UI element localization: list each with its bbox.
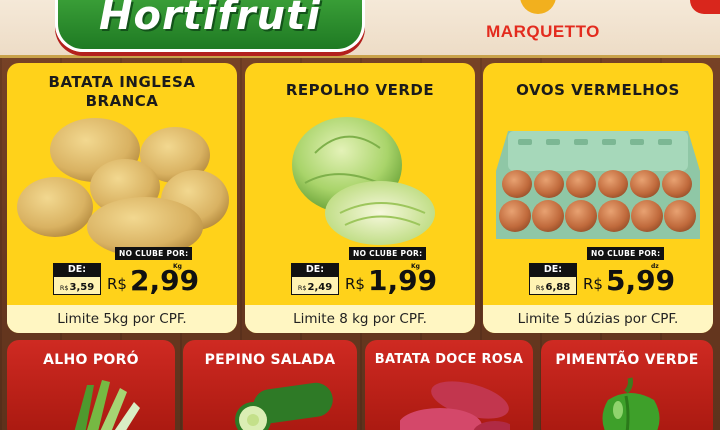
product-title-line1: REPOLHO VERDE xyxy=(285,81,435,99)
sweet-potato-icon xyxy=(400,381,510,430)
price-unit: Kg xyxy=(173,263,182,270)
product-title: ALHO PORÓ xyxy=(43,352,139,368)
old-price-currency: R$ xyxy=(59,284,69,292)
brand-name: MARQUETTO xyxy=(486,22,600,41)
product-title-line1: BATATA INGLESA xyxy=(48,73,196,91)
club-label: NO CLUBE POR: xyxy=(349,247,427,260)
old-price: R$ 3,59 xyxy=(53,276,101,295)
price-value: 2,99 xyxy=(129,264,200,297)
campaign-banner: Hortifruti xyxy=(55,0,365,52)
old-price-value: 2,49 xyxy=(307,282,333,293)
purchase-limit: Limite 5kg por CPF. xyxy=(7,305,237,333)
club-label: NO CLUBE POR: xyxy=(587,247,665,260)
old-price: R$ 2,49 xyxy=(291,276,339,295)
product-card-alho-poro[interactable]: ALHO PORÓ xyxy=(7,340,175,430)
product-card-repolho[interactable]: REPOLHO VERDE NO CLUBE POR: DE: R$ 2,49 xyxy=(245,63,475,333)
product-card-pepino[interactable]: PEPINO SALADA xyxy=(183,340,357,430)
product-title-line1: OVOS VERMELHOS xyxy=(516,81,680,99)
price-currency: R$ xyxy=(345,275,365,293)
old-price-value: 6,88 xyxy=(545,282,571,293)
product-title: PEPINO SALADA xyxy=(204,352,336,368)
price-value: 1,99 xyxy=(367,264,438,297)
potatoes-icon xyxy=(17,118,229,255)
price-currency: R$ xyxy=(107,275,127,293)
old-price-box: DE: R$ 3,59 xyxy=(53,263,101,295)
club-price: R$ 1,99 xyxy=(345,262,437,296)
cabbage-icon xyxy=(292,117,435,245)
old-price-currency: R$ xyxy=(297,284,307,292)
product-card-ovos[interactable]: OVOS VERMELHOS NO CLUBE POR: DE: R$ 6,88… xyxy=(483,63,713,333)
sun-icon xyxy=(520,0,556,14)
campaign-title: Hortifruti xyxy=(99,0,321,39)
brand-logo[interactable]: MARQUETTO xyxy=(468,0,618,46)
price-unit: dz xyxy=(651,263,659,270)
price-currency: R$ xyxy=(583,275,603,293)
egg-carton-icon xyxy=(496,131,700,239)
product-card-batata-doce[interactable]: BATATA DOCE ROSA xyxy=(365,340,533,430)
de-label: DE: xyxy=(291,263,339,276)
product-card-batata[interactable]: BATATA INGLESA BRANCA NO CLUBE POR: DE: … xyxy=(7,63,237,333)
price-unit: Kg xyxy=(411,263,420,270)
product-title: BATATA DOCE ROSA xyxy=(374,352,524,367)
green-pepper-icon xyxy=(602,377,660,430)
purchase-limit: Limite 8 kg por CPF. xyxy=(245,305,475,333)
product-title-line2: BRANCA xyxy=(85,92,159,110)
club-price: R$ 5,99 xyxy=(583,262,675,296)
old-price: R$ 6,88 xyxy=(529,276,577,295)
de-label: DE: xyxy=(529,263,577,276)
old-price-value: 3,59 xyxy=(69,282,95,293)
product-title: OVOS VERMELHOS xyxy=(483,81,713,100)
de-label: DE: xyxy=(53,263,101,276)
purchase-limit: Limite 5 dúzias por CPF. xyxy=(483,305,713,333)
club-price: R$ 2,99 xyxy=(107,262,199,296)
old-price-box: DE: R$ 2,49 xyxy=(291,263,339,295)
old-price-box: DE: R$ 6,88 xyxy=(529,263,577,295)
product-card-pimentao[interactable]: PIMENTÃO VERDE xyxy=(541,340,713,430)
price-value: 5,99 xyxy=(605,264,676,297)
product-title: PIMENTÃO VERDE xyxy=(555,352,699,368)
club-label: NO CLUBE POR: xyxy=(115,247,193,260)
corner-decoration xyxy=(690,0,720,14)
header: Hortifruti MARQUETTO xyxy=(0,0,720,58)
product-title: BATATA INGLESA BRANCA xyxy=(7,73,237,111)
product-title: REPOLHO VERDE xyxy=(245,81,475,100)
old-price-currency: R$ xyxy=(535,284,545,292)
cucumber-icon xyxy=(235,382,333,430)
leek-icon xyxy=(74,380,140,430)
